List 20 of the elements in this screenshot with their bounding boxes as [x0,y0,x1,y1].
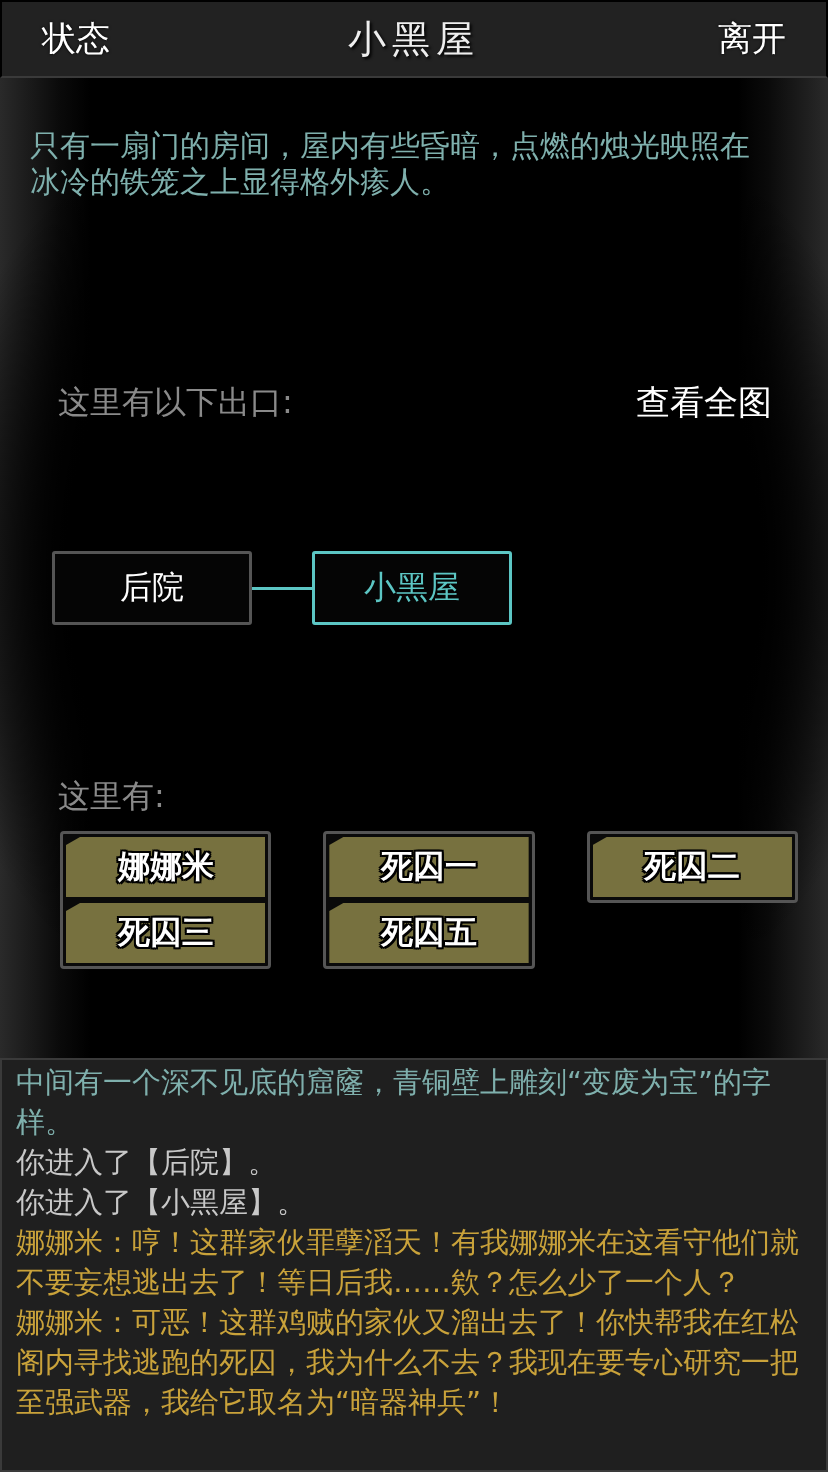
leave-button[interactable]: 离开 [718,16,786,62]
room-node[interactable]: 后院 [52,551,252,625]
room-title: 小黑屋 [348,15,480,63]
log-message: 中间有一个深不见底的窟窿，青铜壁上雕刻“变废为宝”的字样。 [16,1064,773,1141]
character-button[interactable]: 死囚二 [592,837,792,897]
full-map-button[interactable]: 查看全图 [636,380,772,426]
character-button[interactable]: 死囚五 [329,903,529,963]
log-message: 你进入了【后院】。 [16,1144,278,1181]
room-node[interactable]: 小黑屋 [312,551,512,625]
log-message: 你进入了【小黑屋】。 [16,1184,307,1221]
room-description: 只有一扇门的房间，屋内有些昏暗，点燃的烛光映照在冰冷的铁笼之上显得格外瘆人。 [30,128,751,200]
present-label: 这里有: [58,776,166,817]
log-message: 娜娜米：哼！这群家伙罪孽滔天！有我娜娜米在这看守他们就不要妄想逃出去了！等日后我……欸？怎么少了一个人？ [16,1224,800,1301]
connector-line [252,586,312,590]
character-button[interactable]: 娜娜米 [66,837,266,897]
status-button[interactable]: 状态 [42,16,110,62]
character-button[interactable]: 死囚一 [329,837,529,897]
character-button[interactable]: 死囚三 [66,903,266,963]
log-message: 娜娜米：可恶！这群鸡贼的家伙又溜出去了！你快帮我在红松阁内寻找逃跑的死囚，我为什么不去？我现在要专心研究一把至强武器，我给它取名为“暗器神兵”！ [16,1304,800,1421]
exits-label: 这里有以下出口: [58,382,293,423]
